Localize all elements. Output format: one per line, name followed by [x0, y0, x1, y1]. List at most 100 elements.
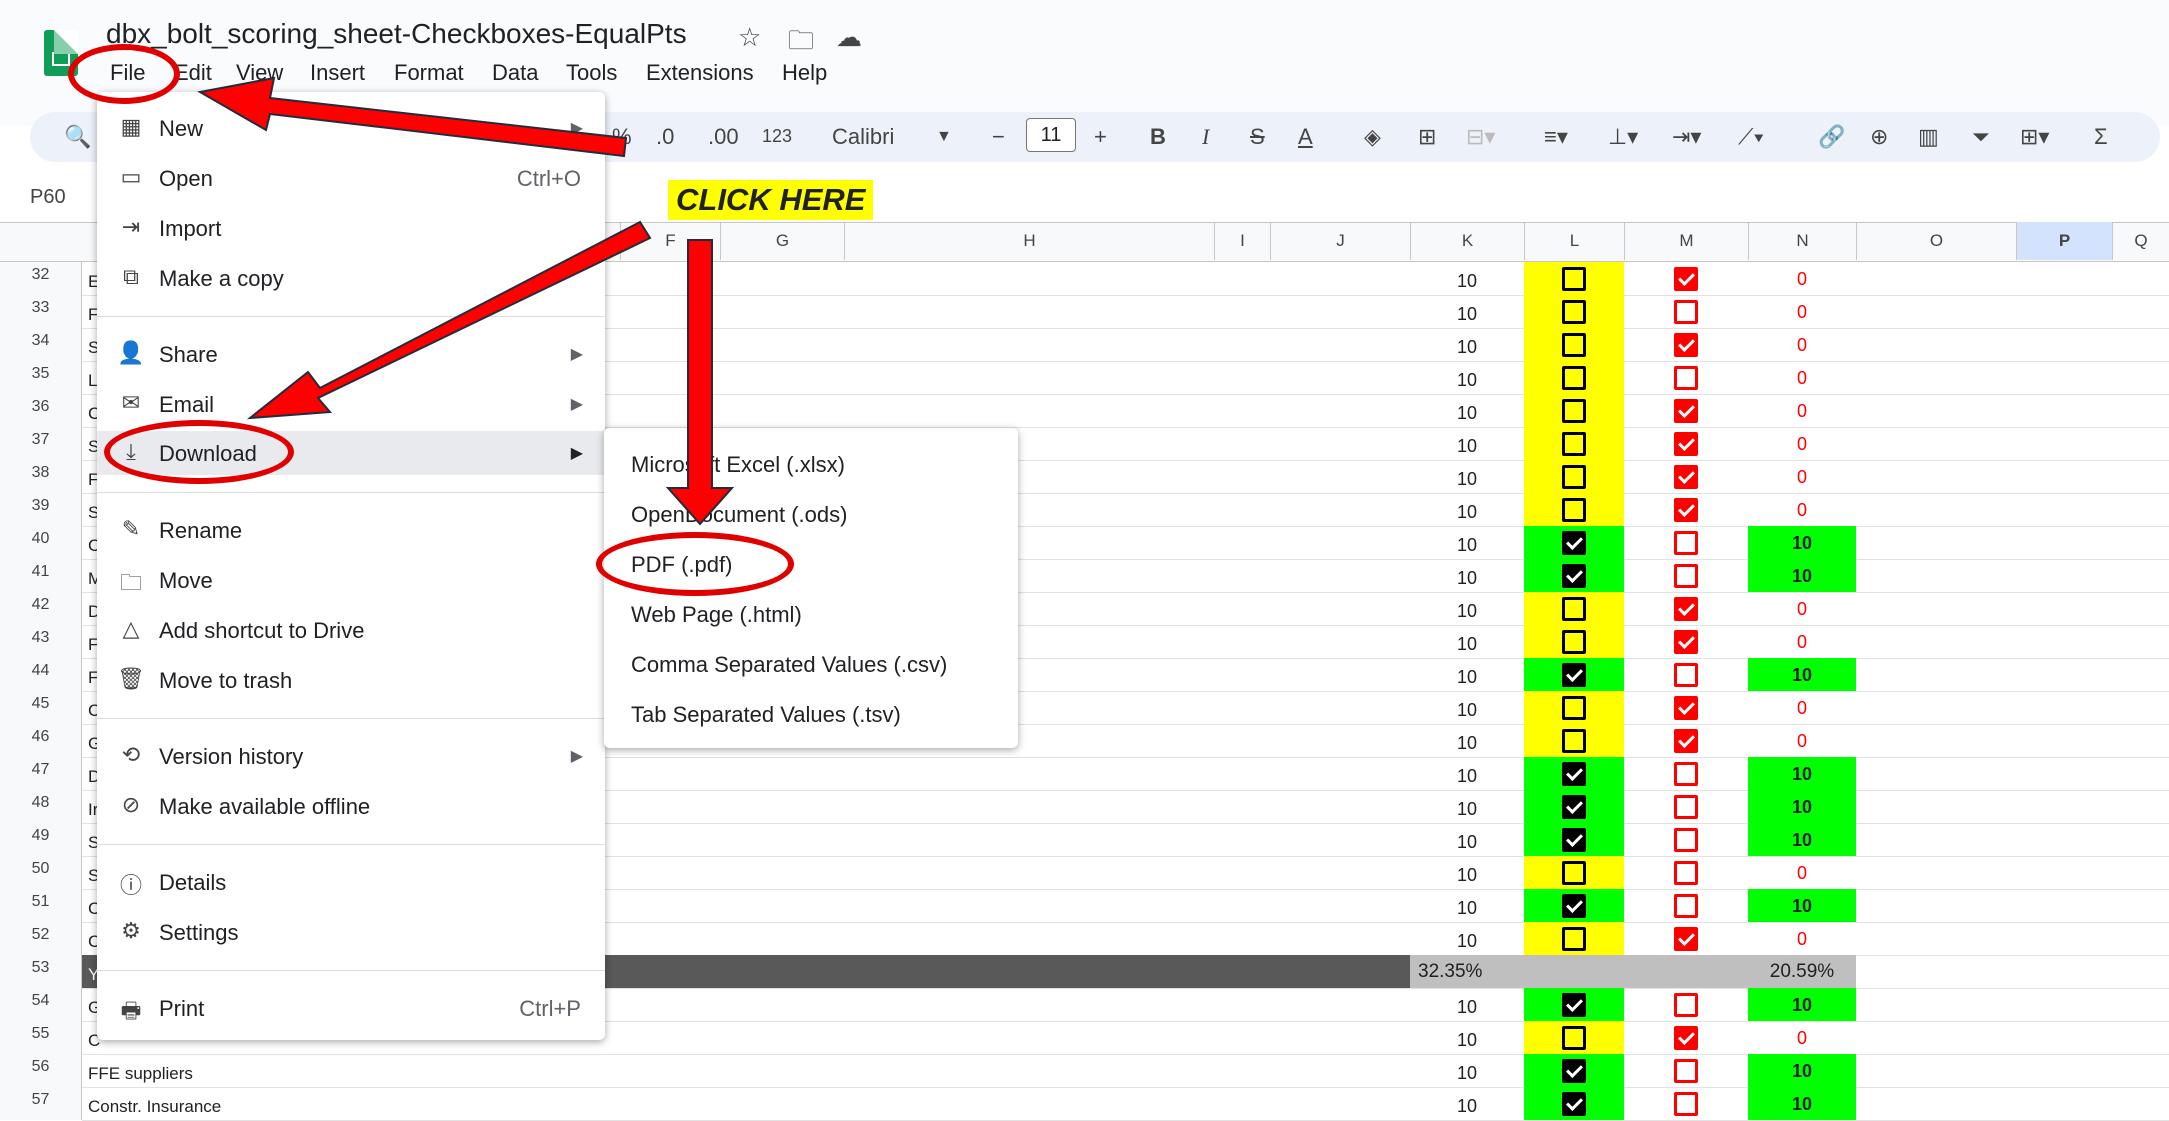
- download-csv[interactable]: Comma Separated Values (.csv): [631, 652, 947, 678]
- score-cell[interactable]: 10: [1748, 1054, 1856, 1087]
- points-cell[interactable]: 10: [1410, 625, 1524, 658]
- score-cell[interactable]: 0: [1748, 460, 1856, 493]
- download-xlsx[interactable]: Microsoft Excel (.xlsx): [631, 452, 845, 478]
- menu-item-move[interactable]: 🗀 Move: [97, 558, 605, 602]
- column-header-m[interactable]: M: [1624, 222, 1748, 260]
- score-total-cell[interactable]: 20.59%: [1748, 955, 1856, 988]
- font-select[interactable]: Calibri: [832, 124, 894, 150]
- l-checkbox[interactable]: [1562, 663, 1586, 687]
- menu-item-details[interactable]: ⓘ Details: [97, 860, 605, 904]
- l-checkbox[interactable]: [1562, 531, 1586, 555]
- download-ods[interactable]: OpenDocument (.ods): [631, 502, 847, 528]
- score-cell[interactable]: 0: [1748, 262, 1856, 295]
- menu-item-make-offline[interactable]: ⊘ Make available offline: [97, 784, 605, 828]
- score-cell[interactable]: 10: [1748, 988, 1856, 1021]
- score-cell[interactable]: 0: [1748, 427, 1856, 460]
- points-cell[interactable]: 10: [1410, 262, 1524, 295]
- m-checkbox[interactable]: [1674, 531, 1698, 555]
- points-cell[interactable]: 10: [1410, 394, 1524, 427]
- row-header[interactable]: 53: [0, 955, 82, 988]
- insert-link-icon[interactable]: 🔗: [1818, 124, 1845, 150]
- l-checkbox[interactable]: [1562, 828, 1586, 852]
- fill-color-icon[interactable]: ◈: [1364, 124, 1381, 150]
- l-checkbox[interactable]: [1562, 729, 1586, 753]
- row-header[interactable]: 51: [0, 889, 82, 922]
- points-cell[interactable]: 10: [1410, 823, 1524, 856]
- menu-item-share[interactable]: 👤 Share ▶: [97, 332, 605, 376]
- points-cell[interactable]: 10: [1410, 460, 1524, 493]
- menu-extensions[interactable]: Extensions: [646, 60, 754, 86]
- m-checkbox[interactable]: [1674, 630, 1698, 654]
- m-checkbox[interactable]: [1674, 828, 1698, 852]
- row-header[interactable]: 40: [0, 526, 82, 559]
- l-checkbox[interactable]: [1562, 432, 1586, 456]
- insert-chart-icon[interactable]: ▥: [1918, 124, 1939, 150]
- l-checkbox[interactable]: [1562, 267, 1586, 291]
- row-header[interactable]: 56: [0, 1054, 82, 1087]
- row-header[interactable]: 57: [0, 1087, 82, 1120]
- italic-button[interactable]: I: [1202, 124, 1209, 150]
- l-checkbox[interactable]: [1562, 696, 1586, 720]
- l-checkbox[interactable]: [1562, 1026, 1586, 1050]
- font-dropdown-icon[interactable]: ▼: [936, 128, 952, 146]
- points-cell[interactable]: 10: [1410, 691, 1524, 724]
- vertical-align-icon[interactable]: ⊥▾: [1608, 124, 1638, 150]
- points-cell[interactable]: 10: [1410, 592, 1524, 625]
- m-checkbox[interactable]: [1674, 894, 1698, 918]
- menu-help[interactable]: Help: [782, 60, 827, 86]
- filter-views-icon[interactable]: ⊞▾: [2020, 124, 2049, 150]
- points-cell[interactable]: 10: [1410, 427, 1524, 460]
- functions-button[interactable]: Σ: [2094, 124, 2108, 150]
- l-checkbox[interactable]: [1562, 465, 1586, 489]
- row-header[interactable]: 43: [0, 625, 82, 658]
- score-cell[interactable]: 0: [1748, 691, 1856, 724]
- l-checkbox[interactable]: [1562, 894, 1586, 918]
- points-cell[interactable]: 10: [1410, 526, 1524, 559]
- more-formats-button[interactable]: 123: [762, 126, 792, 147]
- menu-view[interactable]: View: [236, 60, 283, 86]
- column-header-g[interactable]: G: [720, 222, 844, 260]
- menu-item-settings[interactable]: ⚙ Settings: [97, 910, 605, 954]
- menu-tools[interactable]: Tools: [566, 60, 617, 86]
- points-cell[interactable]: 10: [1410, 1021, 1524, 1054]
- column-header-k[interactable]: K: [1410, 222, 1524, 260]
- points-cell[interactable]: 10: [1410, 361, 1524, 394]
- menu-item-move-to-trash[interactable]: 🗑 Move to trash: [97, 658, 605, 702]
- row-header[interactable]: 35: [0, 361, 82, 394]
- score-cell[interactable]: 0: [1748, 328, 1856, 361]
- l-checkbox[interactable]: [1562, 498, 1586, 522]
- m-checkbox[interactable]: [1674, 465, 1698, 489]
- l-checkbox[interactable]: [1562, 399, 1586, 423]
- score-cell[interactable]: 0: [1748, 361, 1856, 394]
- strikethrough-button[interactable]: S: [1250, 124, 1265, 150]
- column-header-n[interactable]: N: [1748, 222, 1856, 260]
- text-rotation-icon[interactable]: ⟋▾: [1738, 124, 1764, 150]
- row-label-cell[interactable]: Constr. Insurance: [88, 1087, 221, 1120]
- column-header-i[interactable]: I: [1214, 222, 1270, 260]
- m-checkbox[interactable]: [1674, 993, 1698, 1017]
- points-cell[interactable]: 10: [1410, 1054, 1524, 1087]
- column-header-l[interactable]: L: [1524, 222, 1624, 260]
- l-checkbox[interactable]: [1562, 762, 1586, 786]
- menu-item-import[interactable]: ⇥ Import: [97, 206, 605, 250]
- m-checkbox[interactable]: [1674, 432, 1698, 456]
- search-menus-icon[interactable]: 🔍: [64, 124, 91, 150]
- row-header[interactable]: 37: [0, 427, 82, 460]
- points-cell[interactable]: 10: [1410, 724, 1524, 757]
- menu-data[interactable]: Data: [492, 60, 538, 86]
- score-cell[interactable]: 10: [1748, 559, 1856, 592]
- score-cell[interactable]: 10: [1748, 790, 1856, 823]
- row-header[interactable]: 50: [0, 856, 82, 889]
- row-header[interactable]: 45: [0, 691, 82, 724]
- font-size-input[interactable]: 11: [1026, 118, 1076, 152]
- cloud-status-icon[interactable]: ☁: [836, 22, 862, 53]
- row-header[interactable]: 39: [0, 493, 82, 526]
- column-header-j[interactable]: J: [1270, 222, 1410, 260]
- score-cell[interactable]: 10: [1748, 1087, 1856, 1120]
- score-cell[interactable]: 0: [1748, 625, 1856, 658]
- row-header[interactable]: 36: [0, 394, 82, 427]
- star-icon[interactable]: ☆: [738, 22, 761, 53]
- m-checkbox[interactable]: [1674, 498, 1698, 522]
- l-checkbox[interactable]: [1562, 300, 1586, 324]
- m-checkbox[interactable]: [1674, 300, 1698, 324]
